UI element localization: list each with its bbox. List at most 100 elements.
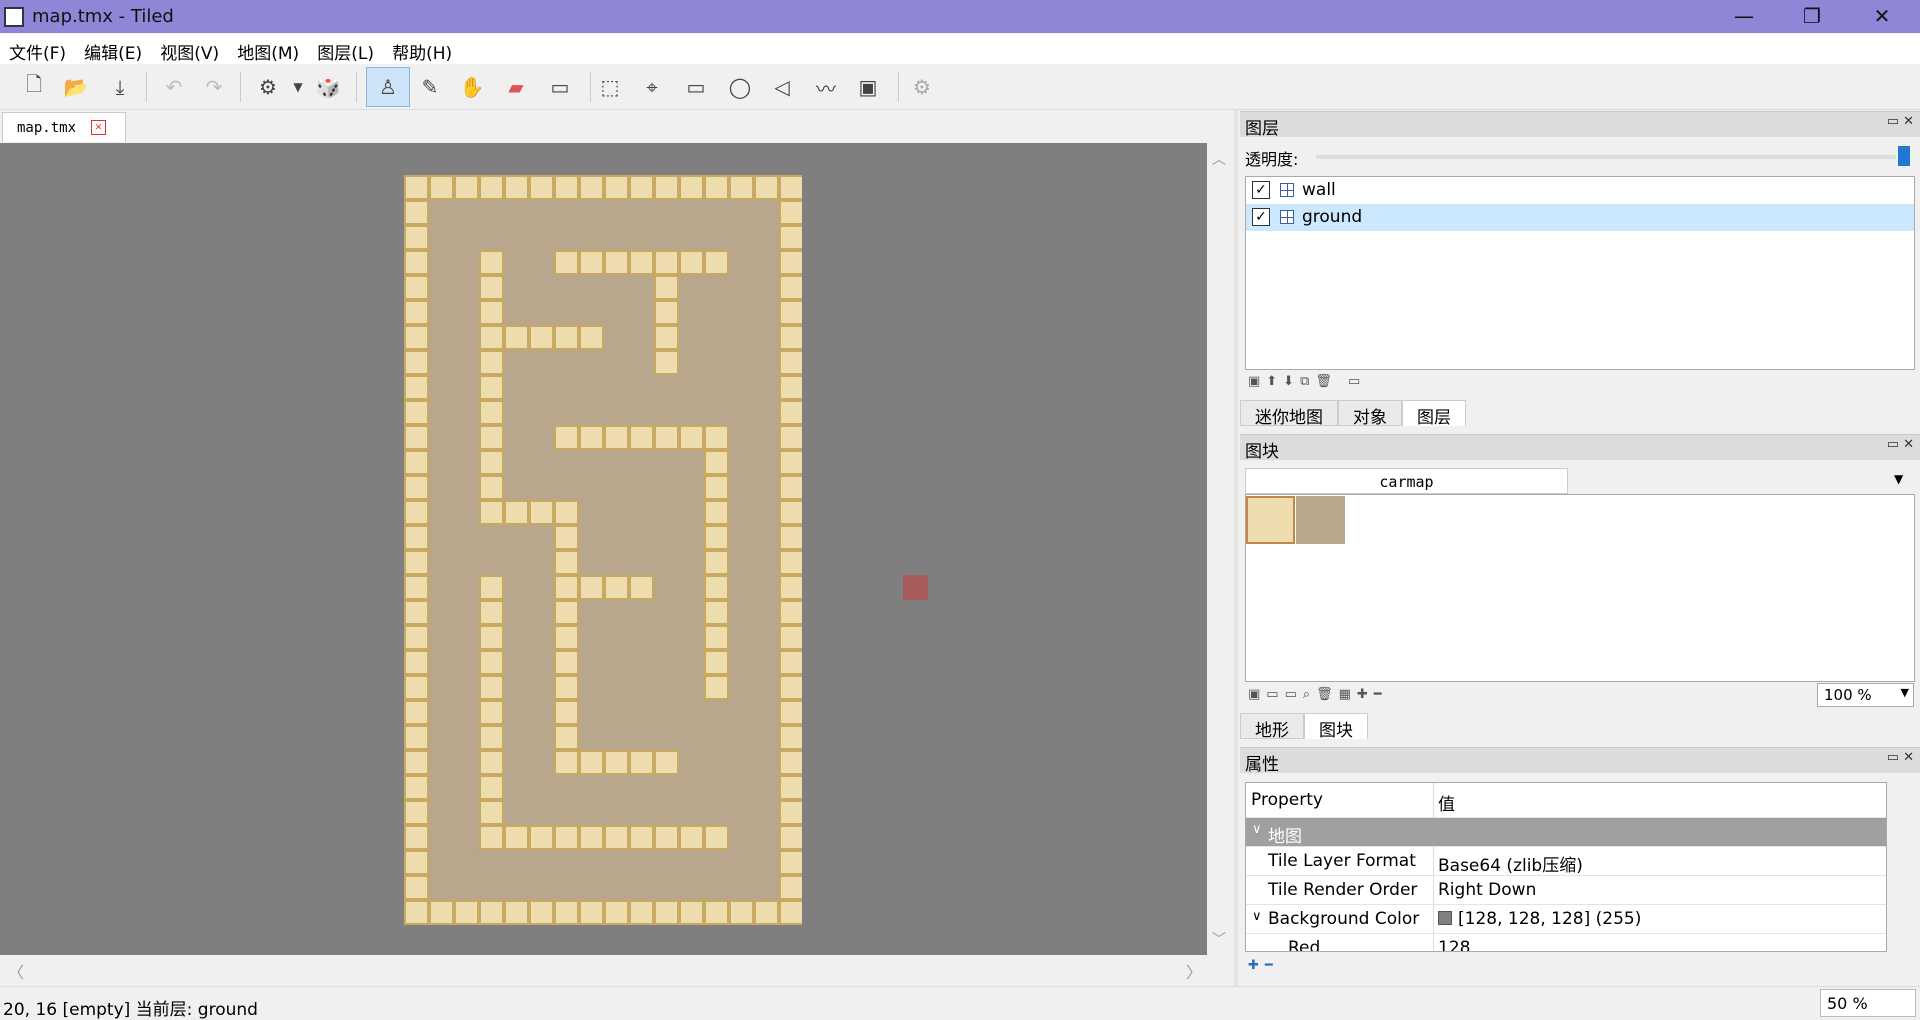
property-row-background-color[interactable]: ∨ Background Color [128, 128, 128] (255) xyxy=(1246,905,1886,934)
property-row[interactable]: Tile Layer Format Base64 (zlib压缩) xyxy=(1246,847,1886,876)
layer-row-ground[interactable]: ✓ ground xyxy=(1246,204,1914,231)
tileset-zoom-select[interactable]: 100 % ▼ xyxy=(1817,683,1914,707)
property-row[interactable]: Red 128 xyxy=(1246,934,1886,951)
dock-splitter[interactable] xyxy=(1234,110,1238,986)
undo-icon[interactable]: ↶ xyxy=(158,71,190,103)
wall-tile[interactable] xyxy=(1246,496,1295,544)
collapse-chevron-icon[interactable]: ∨ xyxy=(1252,822,1262,837)
menu-layer[interactable]: 图层(L) xyxy=(308,34,374,64)
insert-tile-icon[interactable]: ▣ xyxy=(852,71,884,103)
wall-tile xyxy=(779,800,802,825)
panel-float-close-icons[interactable]: ▭ ✕ xyxy=(1887,114,1914,129)
maximize-button[interactable]: ❐ xyxy=(1792,4,1832,30)
tab-terrain[interactable]: 地形 xyxy=(1240,713,1304,741)
panel-float-close-icons[interactable]: ▭ ✕ xyxy=(1887,750,1914,765)
command-icon[interactable]: ⚙ xyxy=(252,71,284,103)
save-icon[interactable]: ⤓ xyxy=(104,71,136,103)
wall-tile xyxy=(554,175,579,200)
wall-tile xyxy=(554,750,579,775)
tileset-view[interactable] xyxy=(1245,494,1915,682)
tileset-actions-toolbar[interactable]: ▣▭▭⌕🗑▦✚━ xyxy=(1248,687,1388,702)
tab-minimap[interactable]: 迷你地图 xyxy=(1240,400,1338,428)
tab-objects[interactable]: 对象 xyxy=(1338,400,1402,428)
wall-tile xyxy=(779,375,802,400)
wall-tile xyxy=(679,175,704,200)
open-file-icon[interactable]: 📂 xyxy=(60,71,92,103)
select-objects-icon[interactable]: ⬚ xyxy=(594,71,626,103)
property-add-remove[interactable]: ✚━ xyxy=(1248,958,1279,973)
new-map-icon[interactable]: 🗋 xyxy=(18,71,50,103)
wall-tile xyxy=(479,475,504,500)
property-group-map[interactable]: ∨ 地图 xyxy=(1246,818,1886,847)
wall-tile xyxy=(554,525,579,550)
edit-polygons-icon[interactable]: ⌖ xyxy=(636,71,668,103)
tab-layers[interactable]: 图层 xyxy=(1402,400,1466,428)
wall-tile xyxy=(629,825,654,850)
wall-tile xyxy=(479,575,504,600)
wall-tile xyxy=(479,825,504,850)
property-scrollbar[interactable] xyxy=(1888,782,1910,952)
wall-tile xyxy=(479,300,504,325)
layer-actions-toolbar[interactable]: ▣⬆⬇⧉🗑 ▭ xyxy=(1248,374,1366,389)
wall-tile xyxy=(604,750,629,775)
map-zoom-select[interactable]: 50 % xyxy=(1820,989,1916,1017)
opacity-slider[interactable] xyxy=(1316,155,1896,159)
menu-file[interactable]: 文件(F) xyxy=(0,34,66,64)
layer-row-wall[interactable]: ✓ wall xyxy=(1246,177,1914,204)
wall-tile xyxy=(404,900,429,925)
menu-help[interactable]: 帮助(H) xyxy=(383,34,452,64)
layer-visibility-checkbox[interactable]: ✓ xyxy=(1252,181,1270,199)
wall-tile xyxy=(429,175,454,200)
insert-polyline-icon[interactable]: 〰 xyxy=(810,71,842,103)
world-tool-icon[interactable]: ⚙ xyxy=(906,71,938,103)
wall-tile xyxy=(529,825,554,850)
insert-ellipse-icon[interactable]: ◯ xyxy=(724,71,756,103)
insert-rectangle-icon[interactable]: ▭ xyxy=(680,71,712,103)
stamp-brush-icon[interactable]: ♙ xyxy=(366,67,410,107)
property-table[interactable]: Property 值 ∨ 地图 Tile Layer Format Base64… xyxy=(1245,782,1887,952)
canvas-vertical-scrollbar[interactable]: ︿ ﹀ xyxy=(1207,143,1231,955)
random-mode-icon[interactable]: 🎲 xyxy=(312,71,344,103)
tile-layer-icon xyxy=(1280,210,1294,224)
menu-map[interactable]: 地图(M) xyxy=(228,34,299,64)
menu-view[interactable]: 视图(V) xyxy=(151,34,219,64)
eraser-icon[interactable]: ▰ xyxy=(500,71,532,103)
wall-tile xyxy=(529,500,554,525)
wall-tile xyxy=(404,725,429,750)
wall-tile xyxy=(779,825,802,850)
close-tab-icon[interactable]: ✕ xyxy=(91,120,106,135)
terrain-brush-icon[interactable]: ✎ xyxy=(414,71,446,103)
bucket-fill-icon[interactable]: ✋ xyxy=(456,71,488,103)
wall-tile xyxy=(704,425,729,450)
wall-tile xyxy=(479,900,504,925)
ground-tile[interactable] xyxy=(1296,496,1345,544)
wall-tile xyxy=(504,175,529,200)
tileset-tab-carmap[interactable]: carmap xyxy=(1245,468,1568,494)
rect-select-icon[interactable]: ▭ xyxy=(544,71,576,103)
wall-tile xyxy=(504,900,529,925)
wall-tile xyxy=(779,225,802,250)
tileset-menu-chevron-icon[interactable]: ▼ xyxy=(1894,472,1903,486)
close-window-button[interactable]: ✕ xyxy=(1862,4,1902,30)
wall-tile xyxy=(704,250,729,275)
minimize-button[interactable]: — xyxy=(1724,4,1764,30)
layer-list[interactable]: ✓ wall ✓ ground xyxy=(1245,176,1915,370)
property-row[interactable]: Tile Render Order Right Down xyxy=(1246,876,1886,905)
canvas-horizontal-scrollbar[interactable]: 〈〉 xyxy=(0,955,1207,983)
insert-polygon-icon[interactable]: ◁ xyxy=(766,71,798,103)
wall-tile xyxy=(479,325,504,350)
command-dropdown-icon[interactable]: ▼ xyxy=(282,71,314,103)
tile-map[interactable] xyxy=(404,175,802,925)
wall-tile xyxy=(754,900,779,925)
opacity-slider-handle[interactable] xyxy=(1898,146,1910,166)
tab-map-tmx[interactable]: map.tmx ✕ xyxy=(2,112,126,142)
collapse-chevron-icon[interactable]: ∨ xyxy=(1252,909,1262,924)
tab-tilesets[interactable]: 图块 xyxy=(1304,713,1368,741)
layer-visibility-checkbox[interactable]: ✓ xyxy=(1252,208,1270,226)
wall-tile xyxy=(579,825,604,850)
panel-float-close-icons[interactable]: ▭ ✕ xyxy=(1887,437,1914,452)
wall-tile xyxy=(779,425,802,450)
menu-edit[interactable]: 编辑(E) xyxy=(75,34,142,64)
wall-tile xyxy=(554,625,579,650)
redo-icon[interactable]: ↷ xyxy=(198,71,230,103)
